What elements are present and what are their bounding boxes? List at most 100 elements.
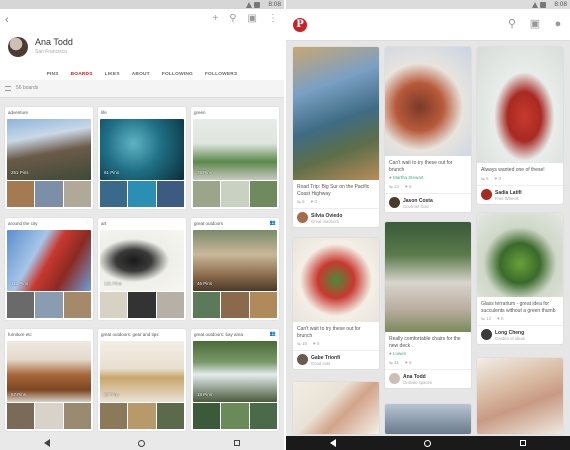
board-card[interactable]: around the city ♡ 112 Pins [5,218,93,320]
pin-image[interactable] [385,47,471,156]
pin-user[interactable]: Ana Todd Outside spaces [385,369,471,388]
board-card[interactable]: green 75 Pins [191,107,279,209]
thumbnail-image [193,181,221,207]
board-thumbnails [100,181,184,207]
add-icon[interactable]: + [212,13,218,24]
more-icon[interactable]: ⋮ [268,13,278,24]
battery-icon [254,1,260,8]
board-pin-count: 121 Pins [104,281,122,286]
status-bar: 8:08 [0,0,284,9]
search-icon[interactable]: ⚲ [229,13,236,24]
pin-user[interactable]: Jason Costa Gourmet food [385,193,471,212]
board-thumbnails [100,403,184,429]
pin-card[interactable]: Can't wait to try these out for brunch ●… [385,47,471,212]
board-card[interactable]: great outdoors: gear and tips 80 Pins [98,329,186,431]
board-card[interactable]: life 61 Pins [98,107,186,209]
board-name: Good eats [311,361,331,366]
board-pin-count: 75 Pins [197,170,213,175]
wifi-icon [246,1,252,8]
message-icon[interactable]: ▣ [248,13,257,24]
repin-count: ⇋ 5 [297,199,305,204]
avatar[interactable] [8,37,28,57]
search-icon[interactable]: ⚲ [506,18,518,30]
pin-image[interactable] [293,238,379,322]
board-pin-count: 61 Pins [104,170,120,175]
pin-image[interactable] [293,47,379,180]
pin-user[interactable]: Silvia Oviedo Great outdoors [293,208,379,227]
board-pin-count: 112 Pins [11,281,29,286]
pin-image[interactable] [477,213,563,297]
nav-back-icon[interactable] [44,439,51,447]
status-bar: 8:08 [286,0,570,9]
wifi-icon [532,1,538,8]
nav-recents-icon[interactable] [519,440,526,446]
pin-image[interactable] [385,222,471,332]
pin-source: ● Martha Stewart [389,175,424,180]
nav-home-icon[interactable] [138,439,146,447]
pin-description: Can't wait to try these out for brunch [297,326,361,339]
repin-count: ⇋ 15 [297,341,308,346]
avatar [389,373,400,384]
board-card[interactable]: furniture etc 67 Pins [5,329,93,431]
pin-card[interactable]: Really comfortable chairs for the new de… [385,222,471,388]
pin-user[interactable]: Sadia Latifi Free Wheels [477,184,563,204]
repin-count: ⇋ 31 [389,360,400,365]
thumbnail-image [63,181,91,207]
thumbnail-image [63,403,91,429]
board-card[interactable]: great outdoors 👥 46 Pins [191,218,279,320]
header-actions: ⚲ ▣ ● [506,18,564,30]
board-title: adventure [8,110,29,115]
thumbnail-image [35,403,63,429]
nav-recents-icon[interactable] [233,440,240,446]
pin-user[interactable]: Long Cheng Garden of ideas [477,325,563,344]
back-icon[interactable]: ‹ [5,14,9,26]
avatar [297,354,308,365]
pin-card[interactable]: Always wanted one of these! ⇋ 5 ♥ 0 Sadi… [477,47,563,204]
thumbnail-image [7,292,35,318]
avatar [481,188,492,200]
pin-card[interactable]: Road Trip: Big Sur on the Pacific Coast … [293,47,379,227]
pin-card[interactable] [385,404,471,434]
pin-image[interactable] [477,358,563,434]
status-time: 8:08 [554,1,567,8]
pin-stats: ⇋ 31 ♥ 6 [385,360,471,369]
nav-bar [0,436,284,450]
board-card[interactable]: great outdoors: bay area 👥 18 Pins [191,329,279,431]
board-thumbnails [7,181,91,207]
pin-stats: ⇋ 12 ♥ 6 [477,316,563,325]
pin-card[interactable] [293,382,379,434]
board-card[interactable]: adventure 251 Pins [5,107,93,209]
message-icon[interactable]: ▣ [529,18,541,30]
pin-image[interactable] [477,47,563,163]
profile-name: Ana Todd [35,37,73,47]
board-name: Free Wheels [495,195,519,201]
thumbnail-image [193,403,221,429]
pin-description: Really comfortable chairs for the new de… [389,336,461,349]
pin-card[interactable]: Can't wait to try these out for brunch ⇋… [293,238,379,369]
board-title: art [101,221,107,226]
group-icon: 👥 [269,220,276,226]
pin-image[interactable] [385,404,471,434]
status-icons [246,1,260,8]
thumbnail-image [156,403,184,429]
board-title: great outdoors: gear and tips [101,332,159,337]
app-header: P ⚲ ▣ ● [286,9,570,41]
menu-icon[interactable] [5,86,11,91]
nav-back-icon[interactable] [330,439,337,447]
nav-home-icon[interactable] [424,439,432,447]
pinterest-logo[interactable]: P [293,18,307,32]
pin-card[interactable]: Glass terrarium - great idea for succule… [477,213,563,344]
thumbnail-image [221,181,249,207]
board-pin-count: 80 Pins [104,392,120,397]
nav-bar [286,436,570,450]
board-card[interactable]: art 121 Pins [98,218,186,320]
pin-card[interactable] [477,358,563,434]
pin-image[interactable] [293,382,379,434]
thumbnail-image [128,181,156,207]
thumbnail-image [249,181,277,207]
pin-user[interactable]: Gabe Trionfi Good eats [293,350,379,369]
thumbnail-image [221,292,249,318]
profile-icon[interactable]: ● [552,18,564,30]
thumbnail-image [249,292,277,318]
repin-count: ⇋ 13 [389,184,400,189]
